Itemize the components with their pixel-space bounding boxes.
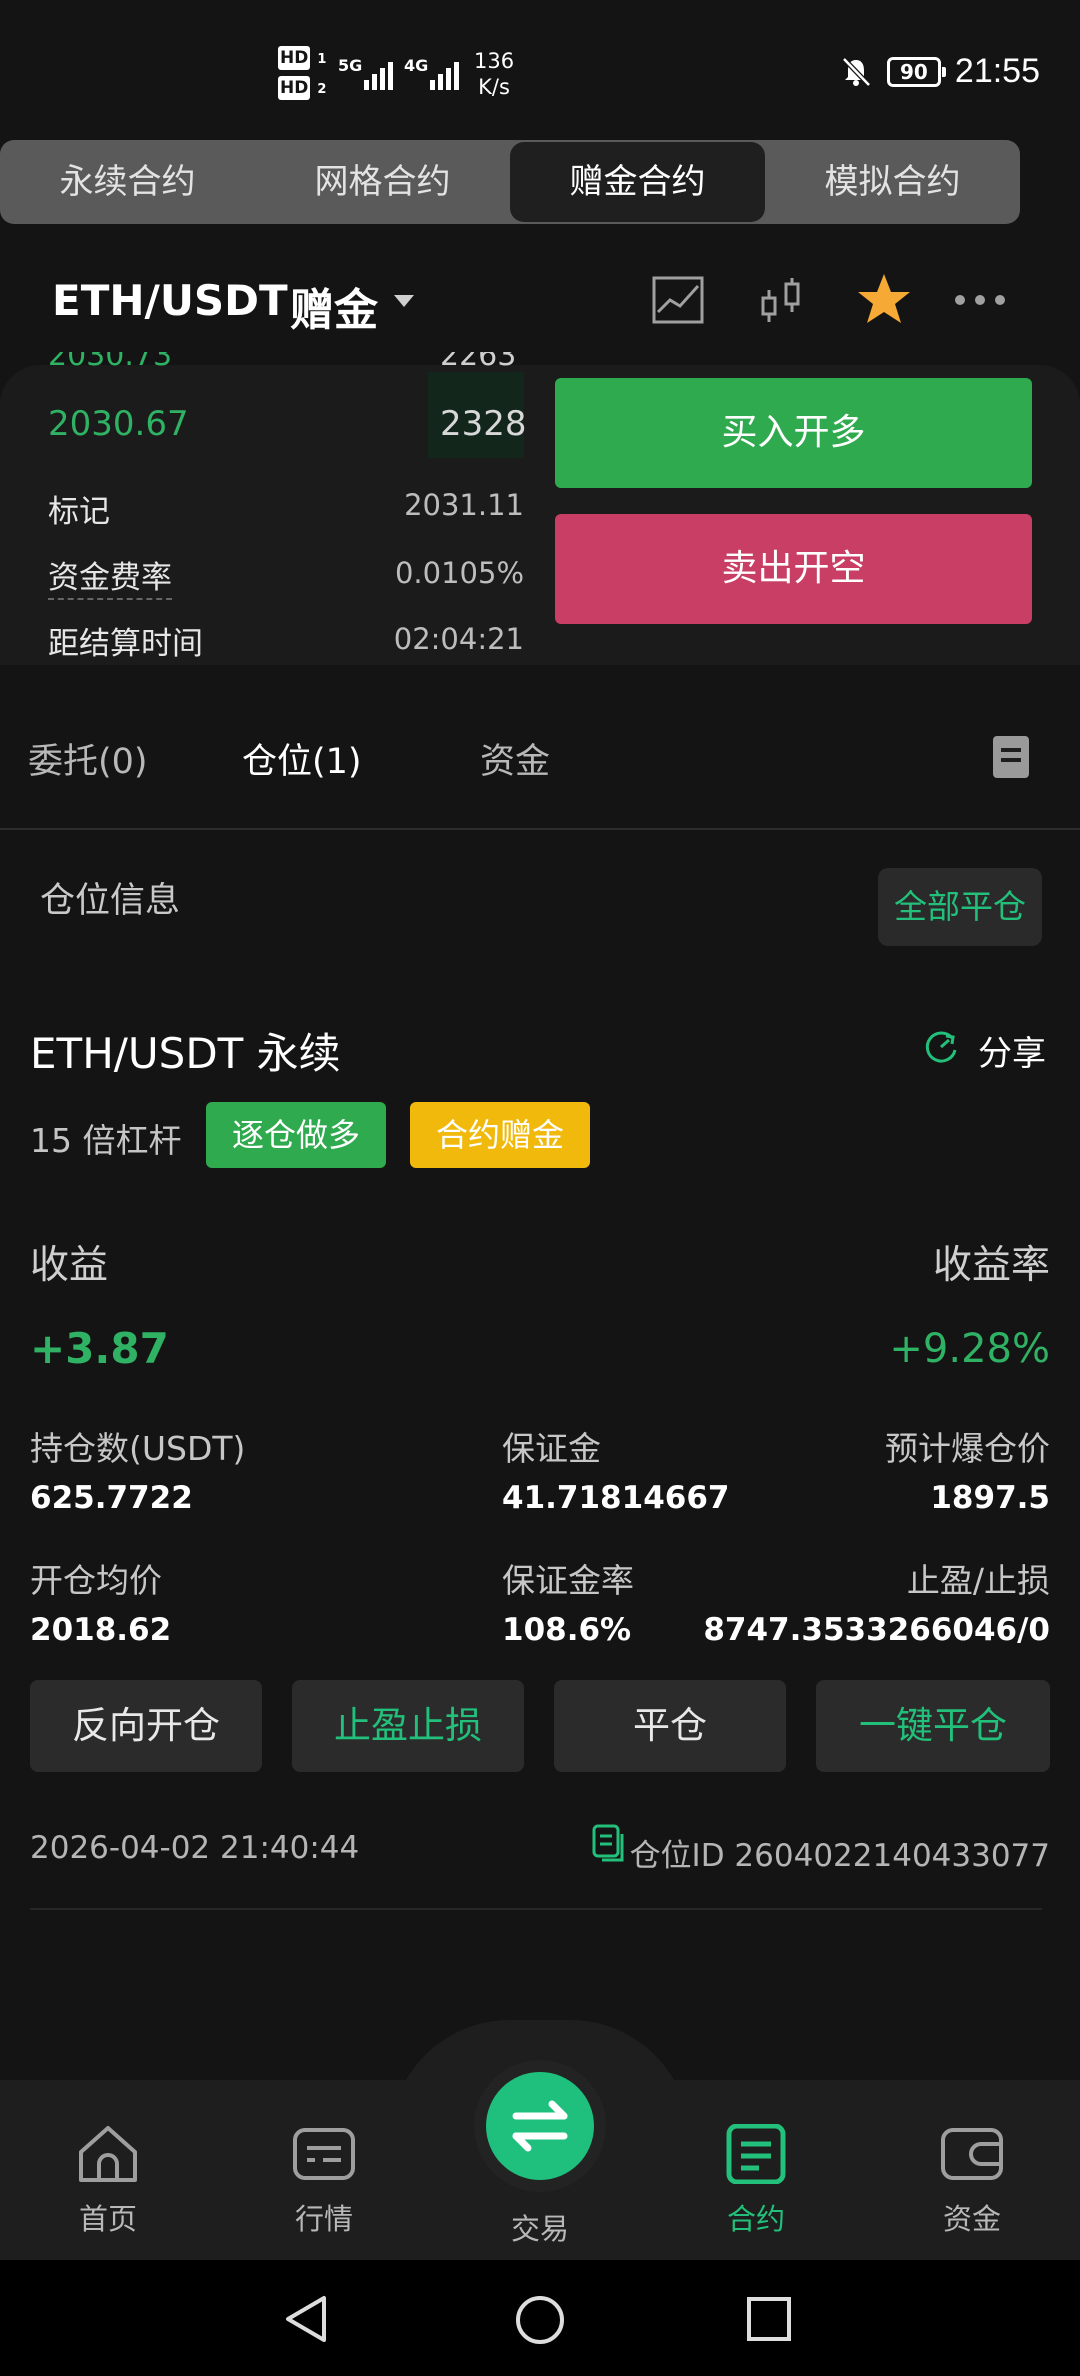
- pnl-value: +3.87: [30, 1324, 169, 1373]
- margin-rate-value: 108.6%: [502, 1612, 632, 1648]
- tab-demo[interactable]: 模拟合约: [765, 140, 1020, 224]
- signal-5g: 5G: [338, 56, 398, 96]
- entry-price-value: 2018.62: [30, 1612, 172, 1648]
- share-button[interactable]: 分享: [978, 1026, 1046, 1075]
- market-icon: [293, 2128, 355, 2180]
- size-value: 625.7722: [30, 1480, 193, 1516]
- mark-price-label: 标记: [48, 494, 110, 530]
- funding-rate-label[interactable]: 资金费率: [48, 552, 172, 600]
- tab-assets[interactable]: 资金: [480, 733, 550, 784]
- open-timestamp: 2026-04-02 21:40:44: [30, 1830, 360, 1866]
- clock: 21:55: [954, 52, 1040, 90]
- orderbook-volume: 2328: [440, 404, 527, 444]
- signal-bars-icon: [430, 62, 459, 90]
- mark-price-value: 2031.11: [404, 488, 524, 522]
- tab-perpetual[interactable]: 永续合约: [0, 140, 255, 224]
- recents-icon[interactable]: [746, 2296, 792, 2342]
- position-info-title: 仓位信息: [40, 881, 181, 921]
- tpsl-label: 止盈/止损: [906, 1561, 1050, 1600]
- list-icon[interactable]: [993, 736, 1029, 778]
- bonus-tag: 合约赠金: [410, 1102, 590, 1168]
- trade-button[interactable]: [486, 2072, 594, 2180]
- pair-title[interactable]: ETH/USDT: [52, 276, 288, 325]
- pnl-rate-label: 收益率: [932, 1243, 1050, 1288]
- isolated-long-tag: 逐仓做多: [206, 1102, 386, 1168]
- margin-label: 保证金: [502, 1429, 601, 1468]
- hd-indicator: HD 1 HD 2: [278, 46, 327, 100]
- orderbook-price[interactable]: 2030.67: [48, 404, 189, 444]
- nav-wallet[interactable]: 资金: [922, 2124, 1022, 2238]
- reverse-position-button[interactable]: 反向开仓: [30, 1680, 262, 1772]
- divider: [30, 1908, 1042, 1910]
- system-nav-bar: [0, 2260, 1080, 2376]
- margin-value: 41.71814667: [502, 1480, 730, 1516]
- orderbook-volume-partial: 2263: [440, 338, 517, 368]
- pair-mode[interactable]: 赠金: [290, 274, 378, 338]
- tab-bonus[interactable]: 赠金合约: [510, 142, 765, 222]
- orderbook-price-partial[interactable]: 2030.73: [48, 352, 172, 368]
- nav-home[interactable]: 首页: [58, 2124, 158, 2238]
- signal-bars-icon: [364, 62, 393, 90]
- signal-4g: 4G: [404, 56, 464, 96]
- more-icon[interactable]: [950, 270, 1010, 330]
- sell-short-button[interactable]: 卖出开空: [555, 514, 1032, 624]
- pnl-label: 收益: [30, 1243, 109, 1288]
- copy-icon[interactable]: [590, 1822, 630, 1866]
- settlement-time-value: 02:04:21: [393, 622, 524, 656]
- close-position-button[interactable]: 平仓: [554, 1680, 786, 1772]
- close-all-button[interactable]: 全部平仓: [878, 868, 1042, 946]
- wallet-icon: [941, 2128, 1003, 2180]
- tab-positions[interactable]: 仓位(1): [242, 733, 362, 784]
- candlestick-icon[interactable]: [752, 270, 812, 330]
- margin-rate-label: 保证金率: [502, 1561, 634, 1600]
- position-id: 仓位ID 2604022140433077: [629, 1838, 1050, 1874]
- back-icon[interactable]: [282, 2294, 332, 2344]
- leverage: 15 倍杠杆: [30, 1121, 182, 1160]
- contract-type-tabs: 永续合约 网格合约 赠金合约 模拟合约: [0, 140, 1020, 224]
- contract-icon: [726, 2123, 786, 2185]
- chevron-down-icon[interactable]: [394, 295, 414, 307]
- swap-icon: [512, 2100, 568, 2152]
- tab-grid[interactable]: 网格合约: [255, 140, 510, 224]
- battery-indicator: 90: [886, 56, 946, 87]
- tpsl-value: 8747.3533266046/0: [703, 1612, 1050, 1648]
- settlement-time-label: 距结算时间: [48, 626, 203, 662]
- share-icon[interactable]: [922, 1028, 960, 1066]
- quick-close-button[interactable]: 一键平仓: [816, 1680, 1050, 1772]
- funding-rate-value: 0.0105%: [394, 556, 524, 590]
- position-pair: ETH/USDT 永续: [30, 1029, 341, 1078]
- liq-price-value: 1897.5: [930, 1480, 1050, 1516]
- chart-line-icon[interactable]: [648, 270, 708, 330]
- pnl-rate-value: +9.28%: [889, 1326, 1050, 1372]
- nav-trade-label[interactable]: 交易: [490, 2206, 590, 2248]
- buy-long-button[interactable]: 买入开多: [555, 378, 1032, 488]
- tpsl-button[interactable]: 止盈止损: [292, 1680, 524, 1772]
- tab-orders[interactable]: 委托(0): [28, 733, 148, 784]
- liq-price-label: 预计爆仓价: [885, 1429, 1050, 1468]
- status-bar: HD 1 HD 2 5G 4G 136 K/s 90 21:55: [0, 0, 1080, 140]
- size-label: 持仓数(USDT): [30, 1429, 246, 1468]
- divider: [0, 828, 1080, 830]
- mute-bell-icon: [842, 56, 871, 87]
- network-speed: 136 K/s: [474, 49, 515, 99]
- home-icon: [79, 2126, 137, 2182]
- home-circle-icon[interactable]: [514, 2294, 566, 2346]
- star-icon[interactable]: [854, 270, 914, 330]
- entry-price-label: 开仓均价: [30, 1561, 162, 1600]
- nav-market[interactable]: 行情: [274, 2124, 374, 2238]
- nav-contract[interactable]: 合约: [706, 2123, 806, 2238]
